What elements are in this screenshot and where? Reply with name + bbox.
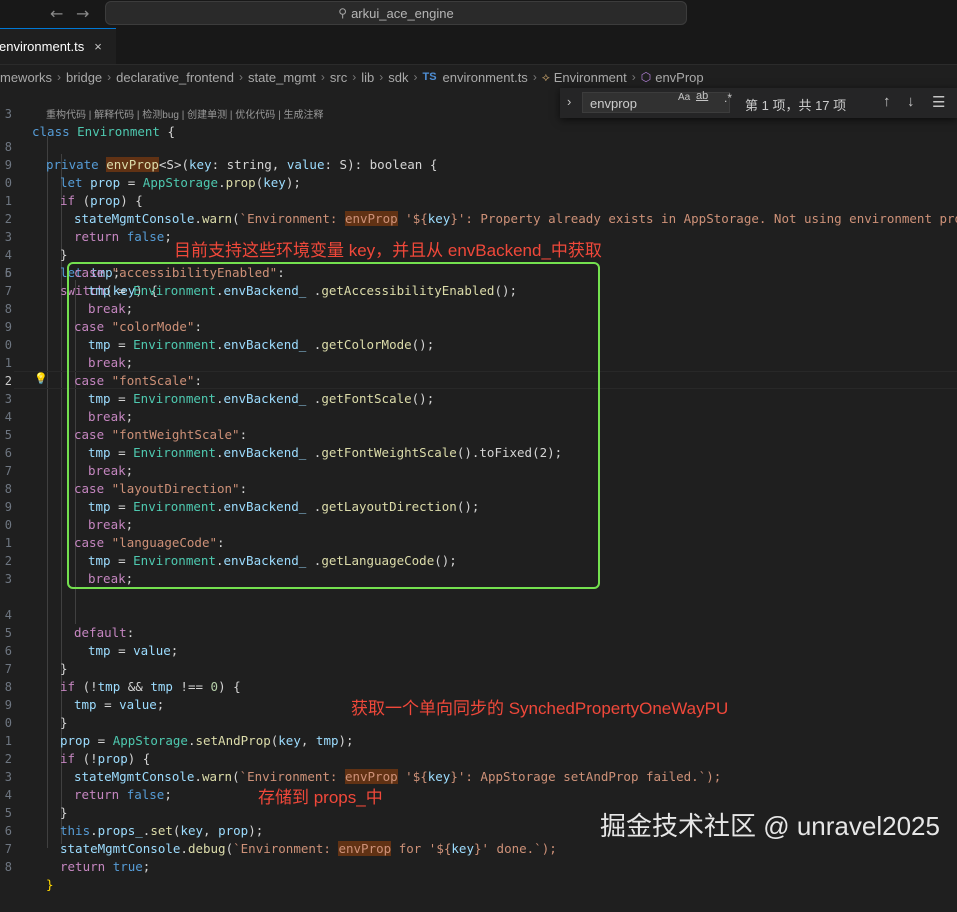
close-icon[interactable]: × [94,39,102,54]
chevron-right-icon: › [413,70,418,84]
find-widget: › envprop Aa ab .* 第 1 项，共 17 项 ↑ ↓ ☰ [560,88,957,118]
breadcrumb-symbol-method[interactable]: envProp [655,70,703,85]
code-line: 1 stateMgmtConsole.warn(`Environment: en… [0,174,957,226]
chevron-right-icon: › [238,70,243,84]
tab-label: environment.ts [0,39,85,54]
code-line: 5 this.props_.set(key, prop); [0,786,263,838]
indent-guide [47,136,48,848]
tab-environment-ts[interactable]: environment.ts × [0,28,116,64]
breadcrumb-item[interactable]: sdk [388,70,408,85]
code-line: 2 return false; [0,192,172,244]
line-number: 9 [4,500,12,514]
breadcrumb-item[interactable]: bridge [66,70,102,85]
arrow-left-icon[interactable]: ← [50,4,63,23]
arrow-right-icon[interactable]: → [76,4,89,23]
code-line: 0 if (prop) { [0,156,143,208]
breadcrumb: meworks › bridge › declarative_frontend › s… [0,67,957,87]
menu-icon[interactable]: ☰ [932,93,945,111]
typescript-file-icon: TS [422,71,437,83]
match-case-toggle[interactable]: Aa [678,92,690,103]
code-line: 8 private envProp<S>(key: string, value:… [0,120,437,172]
breadcrumb-item[interactable]: lib [361,70,374,85]
code-line: 4 } [0,768,68,820]
command-center-search[interactable]: ⚲ arkui_ace_engine [105,1,687,25]
whole-word-toggle[interactable]: ab [696,90,708,102]
code-line: 8 tmp = value; [0,660,165,712]
code-line: 7 if (!tmp && tmp !== 0) { [0,642,241,694]
code-line: 6 } [0,624,68,676]
breadcrumb-item[interactable]: state_mgmt [248,70,316,85]
line-number: 7 [4,284,12,298]
watermark: 掘金技术社区 @ unravel2025 [600,811,940,841]
find-input-value: envprop [590,96,637,111]
code-line: 3 } [0,210,68,262]
search-icon: ⚲ [338,6,348,20]
code-line: 5 switch(key) { [0,246,158,298]
line-number: 6 [4,446,12,460]
code-line: 1 if (!prop) { [0,714,151,766]
code-line: 5 tmp = value; [0,606,179,658]
class-symbol-icon: ⟡ [541,69,550,84]
codelens-actions[interactable]: 重构代码 | 解释代码 | 检测bug | 创建单测 | 优化代码 | 生成注释 [46,106,323,121]
line-number: 2 [4,554,12,568]
line-number: 7 [4,464,12,478]
line-number: 8 [4,302,12,316]
line-number: 9 [4,320,12,334]
code-line: 3 class Environment { [0,87,175,139]
code-line: 9 } [0,678,68,730]
command-center-label: arkui_ace_engine [351,5,454,21]
chevron-right-icon: › [57,70,62,84]
line-number: 6 [4,266,12,280]
code-line: 9 let prop = AppStorage.prop(key); [0,138,301,190]
breadcrumb-symbol-class[interactable]: Environment [554,70,627,85]
chevron-right-icon[interactable]: › [567,94,571,109]
regex-toggle[interactable]: .* [724,91,732,105]
code-line: 8 } [0,840,54,892]
arrow-up-icon[interactable]: ↑ [883,93,891,110]
code-line: 4 default: [0,588,134,640]
tab-bar: environment.ts × [0,28,957,65]
code-line: 3 return false; [0,750,172,802]
line-number: 1 [4,356,12,370]
line-number: 4 [4,410,12,424]
annotation-props: 存储到 props_中 [258,788,383,807]
arrow-down-icon[interactable]: ↓ [907,93,915,110]
breadcrumb-item[interactable]: meworks [0,70,52,85]
breadcrumb-item[interactable]: src [330,70,347,85]
line-number: 2 [4,374,12,388]
annotation-switch: 目前支持这些环境变量 key，并且从 envBackend_中获取 [174,241,602,260]
title-bar: ← → ⚲ arkui_ace_engine [0,0,957,28]
line-number: 8 [4,482,12,496]
code-line: 6 stateMgmtConsole.debug(`Environment: e… [0,804,557,856]
chevron-right-icon: › [320,70,325,84]
chevron-right-icon: › [532,70,537,84]
breadcrumb-item[interactable]: declarative_frontend [116,70,234,85]
chevron-right-icon: › [379,70,384,84]
chevron-right-icon: › [631,70,636,84]
chevron-right-icon: › [107,70,112,84]
line-number: 5 [4,428,12,442]
code-line: 4 let tmp; [0,228,120,280]
line-number: 3 [4,572,12,586]
breadcrumb-file[interactable]: environment.ts [443,70,528,85]
line-number: 0 [4,338,12,352]
lightbulb-icon[interactable]: 💡 [34,372,48,385]
code-line: 7 return true; [0,822,151,874]
chevron-right-icon: › [352,70,357,84]
code-line: 2 stateMgmtConsole.warn(`Environment: en… [0,732,721,784]
method-symbol-icon: ⬡ [640,70,652,84]
line-number: 1 [4,536,12,550]
highlight-box [67,262,600,589]
annotation-setandprop: 获取一个单向同步的 SynchedPropertyOneWayPU [351,699,729,718]
code-line: 0 prop = AppStorage.setAndProp(key, tmp)… [0,696,354,748]
line-number: 0 [4,518,12,532]
line-number: 3 [4,392,12,406]
find-result-count: 第 1 项，共 17 项 [745,98,847,113]
